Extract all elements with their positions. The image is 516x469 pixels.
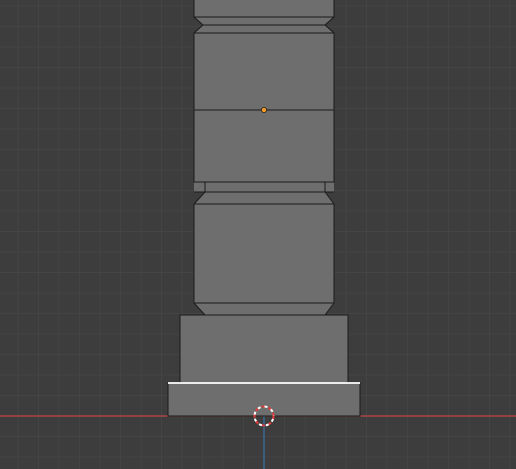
mesh-face-neck[interactable] bbox=[194, 182, 334, 192]
mesh-face-plinth[interactable] bbox=[180, 315, 348, 383]
mesh-face-base-slab[interactable] bbox=[168, 383, 360, 416]
mesh-face-lower-segment[interactable] bbox=[194, 192, 334, 315]
object-origin-point[interactable] bbox=[261, 107, 267, 113]
column-mesh[interactable] bbox=[167, 0, 361, 417]
mesh-face-top-segment[interactable] bbox=[194, 0, 334, 192]
viewport-canvas[interactable] bbox=[0, 0, 516, 469]
3d-viewport[interactable] bbox=[0, 0, 516, 469]
